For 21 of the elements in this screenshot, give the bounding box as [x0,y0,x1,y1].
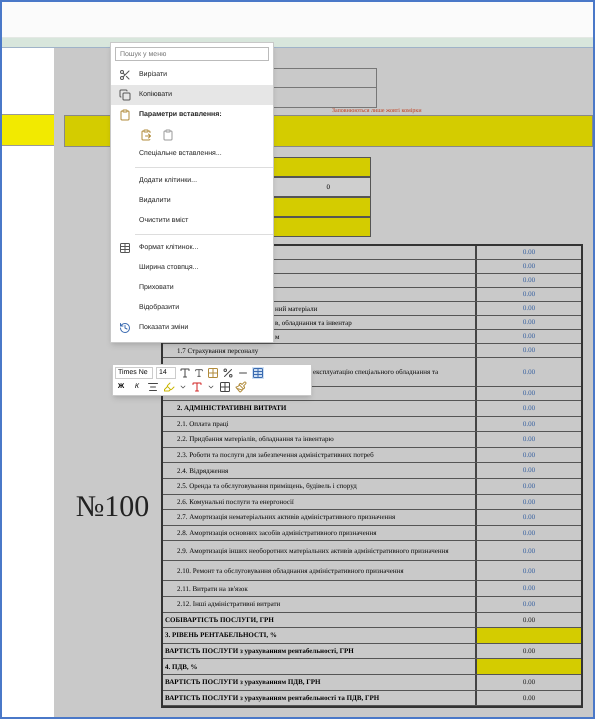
align-center-icon[interactable] [147,381,159,393]
value-cell[interactable] [477,628,581,643]
copy-icon [119,89,131,101]
paste-values-button[interactable] [161,128,175,142]
scissors-icon [119,69,131,81]
row-header-cell [2,114,54,146]
caret-icon[interactable] [179,383,187,391]
shrink-font-icon[interactable] [194,368,204,378]
borders-icon[interactable] [219,381,231,393]
grow-font-icon[interactable] [179,367,191,379]
history-icon [119,322,131,334]
font-color-icon[interactable] [191,381,203,393]
percent-icon[interactable] [222,367,234,379]
caret-icon[interactable] [207,383,215,391]
table-icon [119,242,131,254]
table-icon[interactable] [252,367,264,379]
clipboard-icon [119,109,131,121]
number-title: №100 [76,488,150,525]
paste-button[interactable] [139,128,153,142]
fill-color-icon[interactable] [163,381,175,393]
value-cell[interactable] [477,659,581,674]
